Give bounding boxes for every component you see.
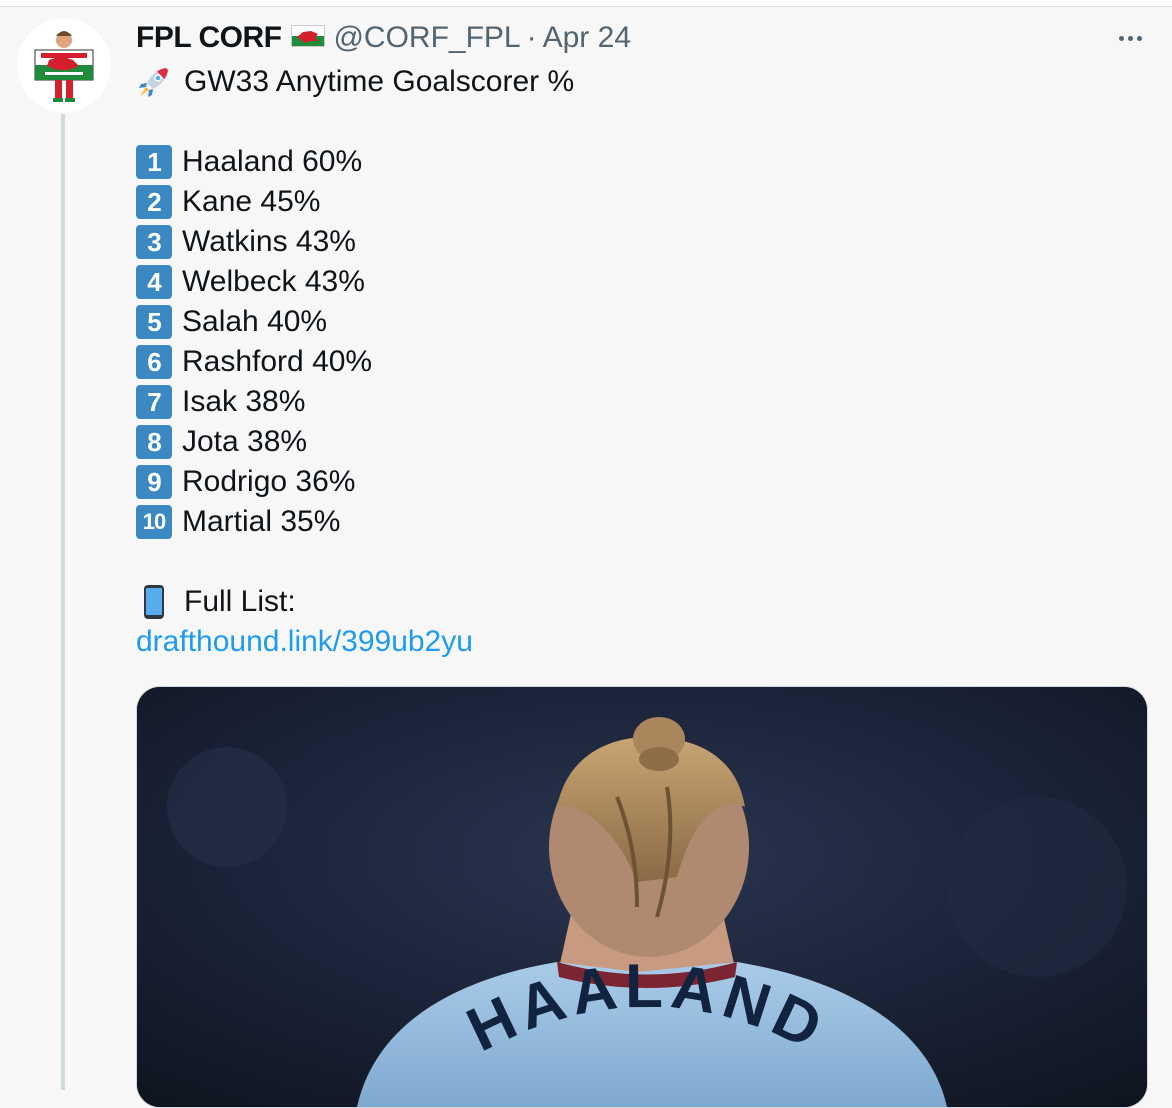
ranking-text: Rashford 40% (182, 345, 373, 378)
avatar[interactable] (17, 18, 111, 112)
top-divider (0, 0, 1172, 7)
keycap-2-icon: 2 (136, 185, 172, 219)
ranking-item: 5 Salah 40% (136, 302, 574, 342)
ranking-item: 4 Welbeck 43% (136, 262, 574, 302)
display-name[interactable]: FPL CORF (136, 21, 282, 55)
wales-flag-icon (291, 21, 326, 55)
keycap-3-icon: 3 (136, 225, 172, 259)
ranking-text: Rodrigo 36% (182, 465, 356, 498)
tweet-header: FPL CORF @CORF_FPL · Apr 24 (136, 18, 631, 58)
ranking-item: 1 Haaland 60% (136, 142, 574, 182)
full-list-line: Full List: (136, 582, 574, 622)
ranking-item: 3 Watkins 43% (136, 222, 574, 262)
tweet-title-line: GW33 Anytime Goalscorer % (136, 62, 574, 102)
tweet-date[interactable]: Apr 24 (543, 21, 631, 55)
ranking-item: 7 Isak 38% (136, 382, 574, 422)
link-line: drafthound.link/399ub2yu (136, 622, 574, 662)
tweet-body: GW33 Anytime Goalscorer % 1 Haaland 60% … (136, 62, 574, 662)
keycap-10-icon: 10 (136, 505, 172, 539)
keycap-9-icon: 9 (136, 465, 172, 499)
mobile-phone-icon (136, 582, 174, 622)
separator-dot: · (526, 21, 537, 54)
ranking-text: Salah 40% (182, 305, 328, 338)
ranking-item: 2 Kane 45% (136, 182, 574, 222)
tweet-title: GW33 Anytime Goalscorer % (184, 65, 575, 98)
full-list-link[interactable]: drafthound.link/399ub2yu (136, 622, 473, 662)
ranking-item: 10 Martial 35% (136, 502, 574, 542)
keycap-1-icon: 1 (136, 145, 172, 179)
ranking-item: 8 Jota 38% (136, 422, 574, 462)
ranking-text: Jota 38% (182, 425, 308, 458)
more-options-icon[interactable] (1112, 24, 1148, 52)
rocket-icon (136, 62, 174, 102)
keycap-7-icon: 7 (136, 385, 172, 419)
ranking-text: Welbeck 43% (182, 265, 365, 298)
ranking-item: 9 Rodrigo 36% (136, 462, 574, 502)
ranking-text: Isak 38% (182, 385, 306, 418)
keycap-6-icon: 6 (136, 345, 172, 379)
ranking-text: Kane 45% (182, 185, 321, 218)
full-list-label: Full List: (184, 585, 296, 618)
ranking-text: Haaland 60% (182, 145, 363, 178)
ranking-text: Martial 35% (182, 505, 341, 538)
tweet-media-photo[interactable]: HAALAND (136, 686, 1148, 1108)
ranking-item: 6 Rashford 40% (136, 342, 574, 382)
user-handle[interactable]: @CORF_FPL (333, 21, 520, 55)
ranking-text: Watkins 43% (182, 225, 356, 258)
thread-connector-line (61, 114, 65, 1090)
keycap-4-icon: 4 (136, 265, 172, 299)
keycap-8-icon: 8 (136, 425, 172, 459)
keycap-5-icon: 5 (136, 305, 172, 339)
